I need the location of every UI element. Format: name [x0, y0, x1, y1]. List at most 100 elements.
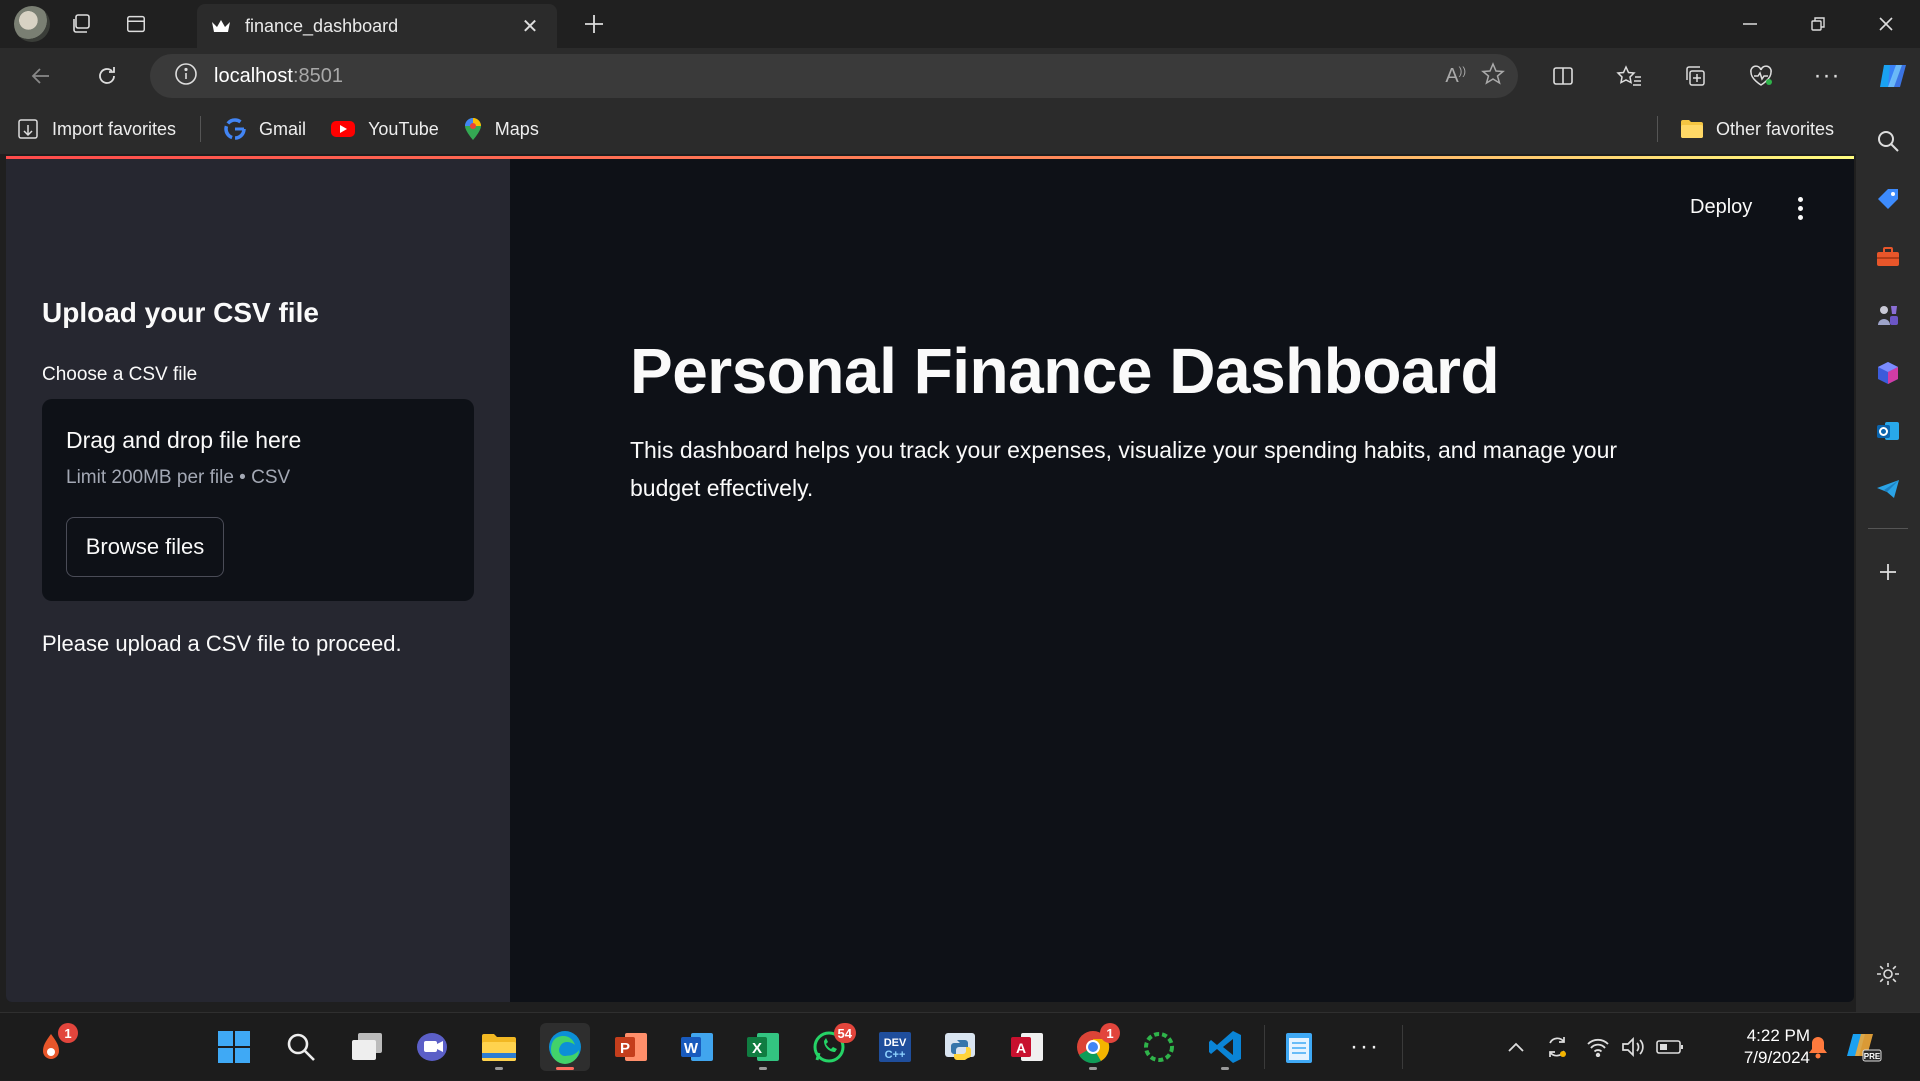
favorite-gmail[interactable]: Gmail [223, 117, 306, 141]
browser-essentials-icon[interactable] [1728, 48, 1794, 104]
powerpoint-icon[interactable]: P [606, 1023, 656, 1071]
microsoft-365-icon[interactable] [1864, 348, 1912, 398]
volume-icon[interactable] [1616, 1036, 1652, 1058]
favorites-divider [1656, 116, 1658, 142]
favorite-label: YouTube [368, 118, 439, 139]
more-options-icon[interactable]: ··· [1794, 48, 1860, 104]
wifi-icon[interactable] [1580, 1037, 1616, 1057]
copilot-preview-icon[interactable]: PRE [1834, 1030, 1894, 1064]
games-icon[interactable] [1864, 290, 1912, 340]
workspaces-icon[interactable] [60, 4, 104, 44]
new-tab-button[interactable] [574, 6, 614, 42]
favorite-maps[interactable]: Maps [463, 117, 539, 141]
restore-button[interactable] [1784, 0, 1852, 48]
folder-icon [1680, 119, 1704, 139]
other-favorites-label: Other favorites [1715, 118, 1834, 139]
svg-text:DEV: DEV [884, 1037, 907, 1049]
url-host: localhost [214, 64, 293, 87]
dropzone-limit: Limit 200MB per file • CSV [66, 467, 291, 488]
google-icon [223, 117, 247, 141]
site-info-icon[interactable] [174, 62, 198, 91]
refresh-button[interactable] [82, 54, 132, 98]
read-aloud-icon[interactable]: A)) [1445, 65, 1466, 88]
notification-bell-icon[interactable] [1802, 1035, 1834, 1059]
taskbar-search-icon[interactable] [276, 1023, 326, 1071]
clock-date: 7/9/2024 [1743, 1048, 1810, 1067]
browser-titlebar: finance_dashboard ✕ [0, 0, 1920, 48]
tools-icon[interactable] [1864, 232, 1912, 282]
browser-toolbar: localhost:8501 A)) ··· [0, 48, 1920, 104]
minimize-button[interactable] [1716, 0, 1784, 48]
search-icon[interactable] [1864, 116, 1912, 166]
page-viewport: Upload your CSV file Choose a CSV file D… [6, 156, 1854, 1002]
sidebar-header: Upload your CSV file [42, 297, 319, 328]
sidebar-settings-icon[interactable] [1864, 950, 1912, 998]
add-sidebar-app-icon[interactable] [1864, 547, 1912, 597]
acrobat-icon[interactable]: A [1002, 1023, 1052, 1071]
start-button[interactable] [209, 1023, 259, 1071]
app-sidebar: Upload your CSV file Choose a CSV file D… [6, 159, 510, 1002]
split-screen-icon[interactable] [1530, 48, 1596, 104]
spinner-app-icon[interactable] [1134, 1023, 1184, 1071]
svg-text:P: P [620, 1040, 630, 1057]
battery-icon[interactable] [1652, 1038, 1688, 1056]
edge-browser-icon[interactable] [540, 1023, 590, 1071]
telegram-send-icon[interactable] [1864, 464, 1912, 514]
vertical-tabs-icon[interactable] [114, 4, 158, 44]
favorite-label: Maps [494, 118, 539, 139]
sync-icon[interactable] [1534, 1034, 1580, 1060]
clock-time: 4:22 PM [1746, 1026, 1810, 1045]
system-clock[interactable]: 4:22 PM 7/9/2024 [1714, 1025, 1810, 1069]
svg-text:PRE: PRE [1864, 1052, 1881, 1061]
favorites-list-icon[interactable] [1596, 48, 1662, 104]
main-menu-icon[interactable] [1788, 192, 1812, 224]
sidebar-divider [1868, 528, 1908, 529]
chrome-badge: 1 [1100, 1023, 1120, 1043]
whatsapp-icon[interactable]: 54 [804, 1023, 856, 1071]
notification-badge: 1 [58, 1023, 78, 1043]
tab-finance-dashboard[interactable]: finance_dashboard ✕ [197, 4, 557, 48]
favorite-label: Gmail [259, 118, 307, 139]
teams-chat-icon[interactable] [408, 1023, 458, 1071]
deploy-button[interactable]: Deploy [1690, 196, 1752, 219]
outlook-icon[interactable] [1864, 406, 1912, 456]
taskbar-overflow-icon[interactable]: ··· [1340, 1023, 1390, 1071]
favorite-label: Import favorites [52, 118, 177, 139]
excel-icon[interactable]: X [738, 1023, 788, 1071]
favorites-divider [200, 116, 202, 142]
word-icon[interactable]: W [672, 1023, 722, 1071]
favorite-youtube[interactable]: YouTube [330, 119, 439, 140]
address-bar[interactable]: localhost:8501 A)) [150, 54, 1518, 98]
upload-info-message: Please upload a CSV file to proceed. [42, 631, 402, 656]
favorite-import-favorites[interactable]: Import favorites [16, 117, 176, 141]
show-hidden-icons-chevron-icon[interactable] [1498, 1041, 1534, 1053]
svg-text:A: A [1016, 1040, 1026, 1056]
svg-text:X: X [752, 1040, 762, 1057]
favorites-bar: Import favorites Gmail YouTube Maps Othe… [0, 104, 1856, 154]
profile-avatar[interactable] [14, 6, 50, 42]
copilot-icon[interactable] [1860, 48, 1920, 104]
windows-taskbar: 1 P W X 54 DEV C++ A 1 ··· 4:22 PM 7/9/2… [0, 1012, 1920, 1080]
close-window-button[interactable] [1852, 0, 1920, 48]
close-tab-icon[interactable]: ✕ [517, 13, 543, 39]
youtube-icon [330, 119, 356, 139]
file-dropzone[interactable]: Drag and drop file here Limit 200MB per … [42, 399, 474, 601]
taskbar-app-notifications[interactable]: 1 [26, 1023, 78, 1071]
notepad-icon[interactable] [1274, 1023, 1324, 1071]
back-button[interactable] [16, 54, 66, 98]
whatsapp-badge: 54 [833, 1023, 856, 1043]
vscode-icon[interactable] [1200, 1023, 1250, 1071]
chrome-icon[interactable]: 1 [1068, 1023, 1120, 1071]
python-icon[interactable] [936, 1023, 986, 1071]
browse-files-button[interactable]: Browse files [66, 517, 224, 577]
task-view-icon[interactable] [342, 1023, 392, 1071]
collections-icon[interactable] [1662, 48, 1728, 104]
shopping-tag-icon[interactable] [1864, 174, 1912, 224]
file-explorer-icon[interactable] [474, 1023, 524, 1071]
svg-text:W: W [684, 1040, 699, 1057]
other-favorites[interactable]: Other favorites [1656, 104, 1834, 154]
svg-text:C++: C++ [885, 1049, 906, 1061]
favorite-star-icon[interactable] [1480, 61, 1506, 92]
devcpp-icon[interactable]: DEV C++ [870, 1023, 920, 1071]
edge-sidebar [1856, 104, 1920, 1012]
